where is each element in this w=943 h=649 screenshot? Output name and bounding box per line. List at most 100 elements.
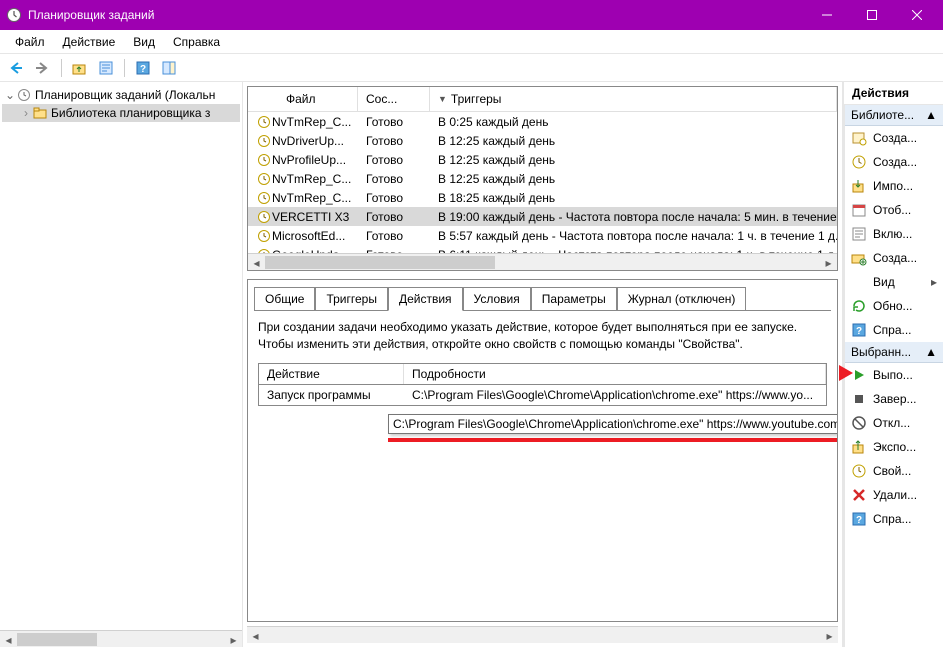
- menu-bar: Файл Действие Вид Справка: [0, 30, 943, 54]
- action-item-clock[interactable]: Созда...: [845, 150, 943, 174]
- action-row[interactable]: Запуск программы C:\Program Files\Google…: [259, 385, 826, 405]
- task-row[interactable]: GoogleUpda...ГотовоВ 6:11 каждый день - …: [248, 245, 837, 253]
- actions-pane-body: Библиоте... ▲ Созда...Созда...Импо...Ото…: [844, 105, 943, 647]
- col-status[interactable]: Сос...: [358, 87, 430, 111]
- refresh-icon: [851, 298, 867, 314]
- toolbar: ?: [0, 54, 943, 82]
- action-item-help[interactable]: ?Спра...: [845, 318, 943, 342]
- tree-root[interactable]: ⌄ Планировщик заданий (Локальн: [2, 86, 240, 104]
- tab-actions[interactable]: Действия: [388, 287, 463, 311]
- forward-button[interactable]: [32, 57, 54, 79]
- action-item-delete[interactable]: Удали...: [845, 483, 943, 507]
- action-label: Завер...: [873, 392, 917, 406]
- action-item-view[interactable]: Вид▸: [845, 270, 943, 294]
- action-item-calendar[interactable]: Отоб...: [845, 198, 943, 222]
- view-pane-button[interactable]: [158, 57, 180, 79]
- action-item-run[interactable]: Выпо...: [845, 363, 943, 387]
- clock-icon: [256, 171, 272, 187]
- task-row[interactable]: NvDriverUp...ГотовоВ 12:25 каждый день: [248, 131, 837, 150]
- annotation-arrow: [839, 365, 853, 381]
- action-item-new-task[interactable]: Созда...: [845, 126, 943, 150]
- task-row[interactable]: NvTmRep_C...ГотовоВ 18:25 каждый день: [248, 188, 837, 207]
- tab-general[interactable]: Общие: [254, 287, 315, 311]
- menu-action[interactable]: Действие: [54, 32, 125, 52]
- menu-file[interactable]: Файл: [6, 32, 54, 52]
- help-button[interactable]: ?: [132, 57, 154, 79]
- svg-text:?: ?: [140, 64, 146, 75]
- action-label: Вклю...: [873, 227, 912, 241]
- details-cell: C:\Program Files\Google\Chrome\Applicati…: [404, 385, 826, 405]
- task-row[interactable]: MicrosoftEd...ГотовоВ 5:57 каждый день -…: [248, 226, 837, 245]
- task-status: Готово: [358, 114, 430, 130]
- tab-triggers[interactable]: Триггеры: [315, 287, 388, 311]
- task-list-body[interactable]: NvTmRep_C...ГотовоВ 0:25 каждый деньNvDr…: [248, 112, 837, 253]
- task-row[interactable]: NvTmRep_C...ГотовоВ 12:25 каждый день: [248, 169, 837, 188]
- scroll-right-icon[interactable]: ▸: [821, 627, 838, 644]
- actions-section-library[interactable]: Библиоте... ▲: [845, 105, 943, 126]
- scroll-left-icon[interactable]: ◂: [247, 627, 264, 644]
- expand-icon[interactable]: ›: [20, 106, 32, 120]
- folder-icon: [32, 105, 48, 121]
- title-bar: Планировщик заданий: [0, 0, 943, 30]
- task-hscroll[interactable]: ◂ ▸: [248, 253, 837, 270]
- task-trigger: В 12:25 каждый день: [430, 133, 837, 149]
- action-table: Действие Подробности Запуск программы C:…: [258, 363, 827, 406]
- col-triggers[interactable]: ▼Триггеры: [430, 87, 837, 111]
- action-item-refresh[interactable]: Обно...: [845, 294, 943, 318]
- action-label: Созда...: [873, 251, 917, 265]
- actions-pane: Действия Библиоте... ▲ Созда...Созда...И…: [843, 82, 943, 647]
- maximize-button[interactable]: [849, 0, 894, 30]
- col-action[interactable]: Действие: [259, 364, 404, 384]
- scroll-right-icon[interactable]: ▸: [225, 631, 242, 647]
- minimize-button[interactable]: [804, 0, 849, 30]
- center-hscroll[interactable]: ◂ ▸: [247, 626, 838, 643]
- action-item-end[interactable]: Завер...: [845, 387, 943, 411]
- tab-conditions[interactable]: Условия: [463, 287, 531, 311]
- end-icon: [851, 391, 867, 407]
- tree-library-label: Библиотека планировщика з: [51, 106, 210, 120]
- scroll-thumb[interactable]: [265, 256, 495, 269]
- task-name: NvTmRep_C...: [248, 113, 358, 131]
- back-button[interactable]: [6, 57, 28, 79]
- up-folder-button[interactable]: [69, 57, 91, 79]
- props-icon: [851, 463, 867, 479]
- disable-icon: [851, 415, 867, 431]
- calendar-icon: [851, 202, 867, 218]
- menu-help[interactable]: Справка: [164, 32, 229, 52]
- collapse-icon[interactable]: ⌄: [4, 88, 16, 102]
- tab-settings[interactable]: Параметры: [531, 287, 617, 311]
- task-list: Файл Сос... ▼Триггеры NvTmRep_C...Готово…: [247, 86, 838, 271]
- properties-button[interactable]: [95, 57, 117, 79]
- action-label: Созда...: [873, 131, 917, 145]
- scroll-left-icon[interactable]: ◂: [0, 631, 17, 647]
- menu-view[interactable]: Вид: [124, 32, 164, 52]
- action-item-folder-new[interactable]: Созда...: [845, 246, 943, 270]
- task-row[interactable]: NvTmRep_C...ГотовоВ 0:25 каждый день: [248, 112, 837, 131]
- clock-icon: [256, 228, 272, 244]
- action-label: Обно...: [873, 299, 913, 313]
- help-icon: ?: [851, 511, 867, 527]
- action-item-help[interactable]: ?Спра...: [845, 507, 943, 531]
- action-item-log[interactable]: Вклю...: [845, 222, 943, 246]
- close-button[interactable]: [894, 0, 939, 30]
- task-name: NvProfileUp...: [248, 151, 358, 169]
- tree-hscroll[interactable]: ◂ ▸: [0, 630, 242, 647]
- action-item-props[interactable]: Свой...: [845, 459, 943, 483]
- task-trigger: В 12:25 каждый день: [430, 152, 837, 168]
- action-item-import[interactable]: Импо...: [845, 174, 943, 198]
- task-row[interactable]: VERCETTI X3ГотовоВ 19:00 каждый день - Ч…: [248, 207, 837, 226]
- tab-history[interactable]: Журнал (отключен): [617, 287, 747, 311]
- action-item-disable[interactable]: Откл...: [845, 411, 943, 435]
- tree-library[interactable]: › Библиотека планировщика з: [2, 104, 240, 122]
- import-icon: [851, 178, 867, 194]
- scroll-thumb[interactable]: [17, 633, 97, 646]
- col-name[interactable]: Файл: [248, 87, 358, 111]
- clock-icon: [256, 133, 272, 149]
- scroll-right-icon[interactable]: ▸: [820, 254, 837, 271]
- clock-icon: [256, 152, 272, 168]
- col-details[interactable]: Подробности: [404, 364, 826, 384]
- scroll-left-icon[interactable]: ◂: [248, 254, 265, 271]
- task-row[interactable]: NvProfileUp...ГотовоВ 12:25 каждый день: [248, 150, 837, 169]
- actions-section-selected[interactable]: Выбранн... ▲: [845, 342, 943, 363]
- action-item-export[interactable]: Экспо...: [845, 435, 943, 459]
